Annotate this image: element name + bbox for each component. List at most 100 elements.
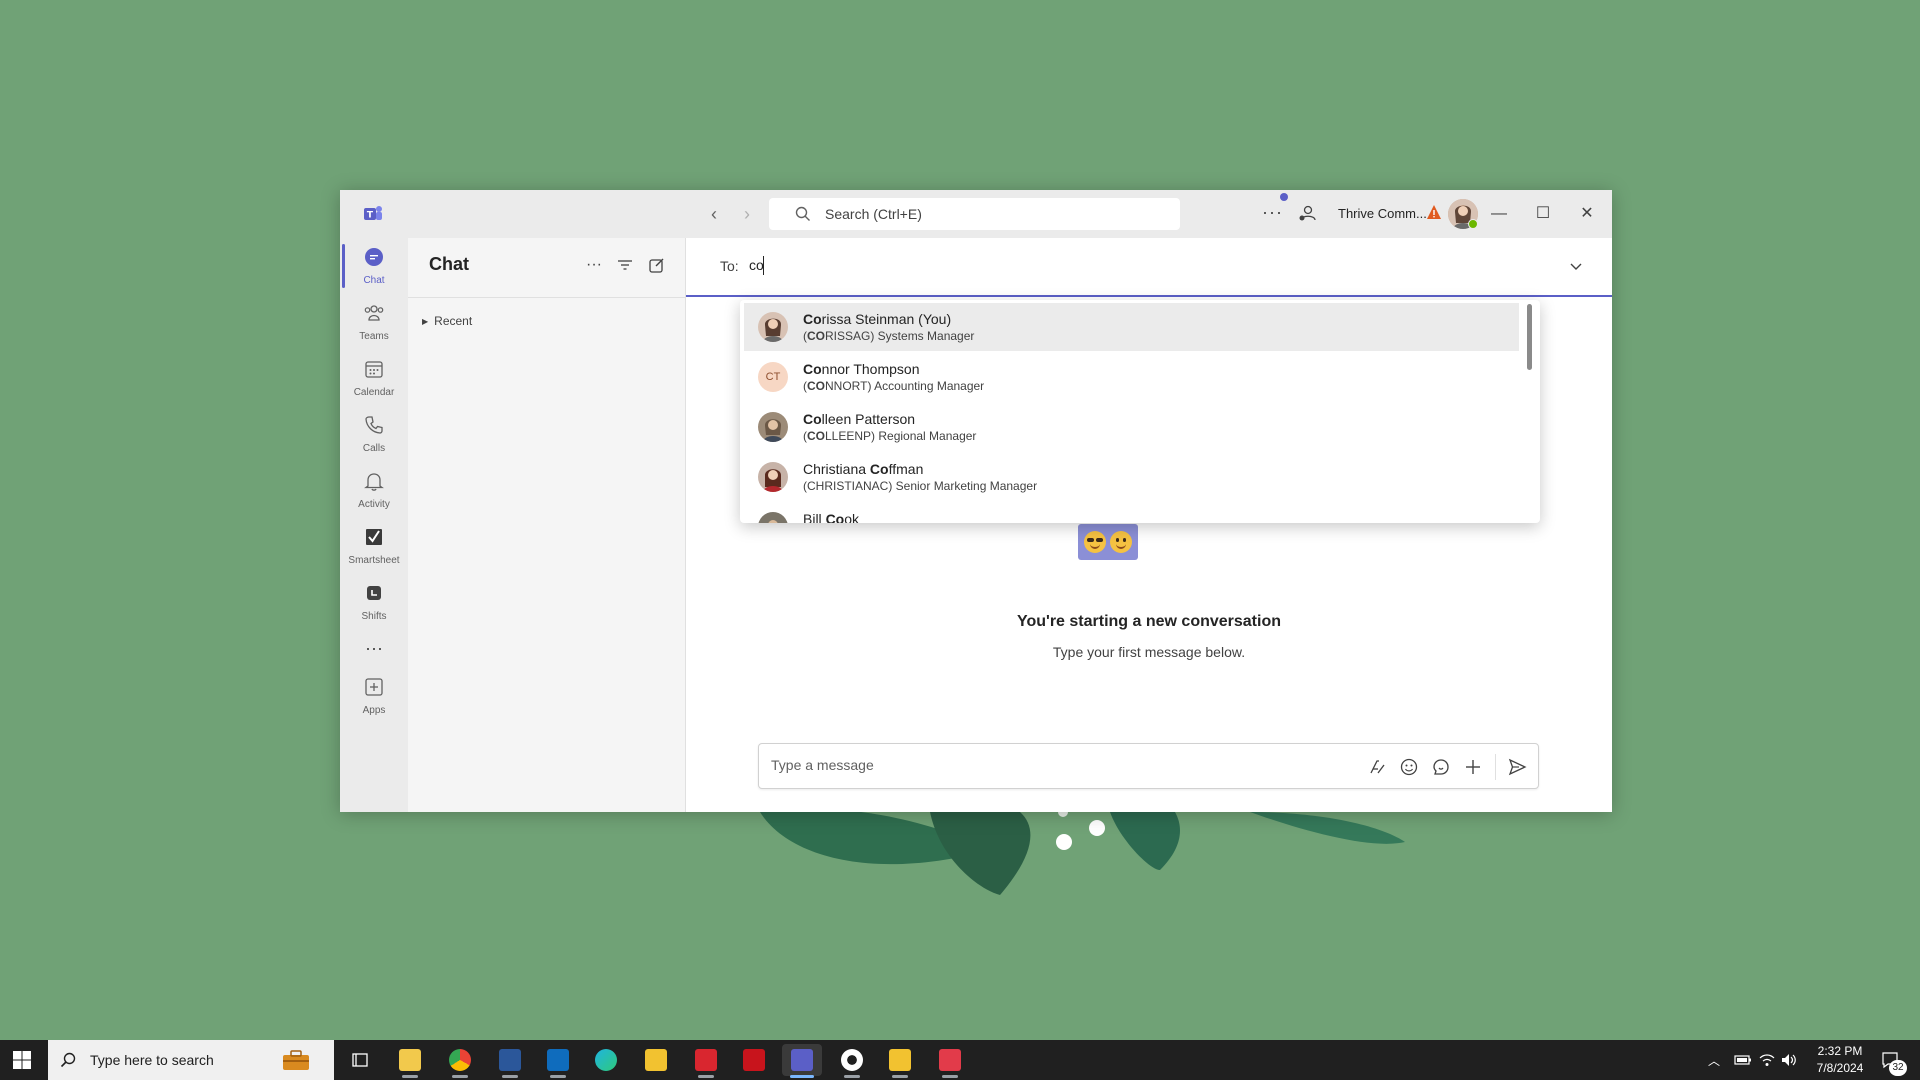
warning-icon [1427,205,1441,219]
more-options-icon[interactable]: ··· [1262,202,1283,223]
teams-icon [364,305,384,321]
app-rail: Chat Teams Calendar Calls Activity Smart… [340,238,408,812]
rail-item-shifts[interactable]: Shifts [340,574,408,628]
teams-taskbar-icon[interactable] [782,1044,822,1078]
add-attachment-icon[interactable] [1463,757,1483,777]
battery-icon[interactable] [1734,1053,1752,1067]
new-conversation-illustration [1078,524,1138,560]
format-icon[interactable] [1367,757,1387,777]
app-red-icon[interactable] [930,1044,970,1078]
rail-item-activity[interactable]: Activity [340,462,408,516]
search-input[interactable] [825,206,1155,222]
rail-label: Teams [359,331,389,342]
send-icon[interactable] [1507,757,1527,777]
avatar-initials: CT [758,362,788,392]
avatar [758,312,788,342]
app-yellow-icon[interactable] [636,1044,676,1076]
avatar [758,412,788,442]
rail-label: Calls [362,443,386,454]
suggestion-name: Colleen Patterson [803,411,916,427]
chat-more-options-icon[interactable]: ··· [586,256,604,274]
taskbar-search[interactable]: Type here to search [48,1040,334,1080]
file-explorer-icon[interactable] [390,1044,430,1078]
recent-section-toggle[interactable]: ▶ Recent [422,314,472,328]
avatar [758,512,788,523]
network-icon[interactable] [1758,1052,1776,1068]
calendar-icon [365,361,383,378]
chat-list-pane: Chat ··· ▶ Recent [408,238,686,812]
to-label: To: [720,258,739,274]
rail-label: Apps [362,705,386,716]
taskbar-clock[interactable]: 2:32 PM 7/8/2024 [1800,1043,1880,1077]
windows-start-icon[interactable] [12,1050,32,1070]
clock-time: 2:32 PM [1817,1044,1863,1058]
more-apps-icon[interactable]: ··· [340,630,408,666]
suggestion-detail: (CORISSAG) Systems Manager [803,329,975,343]
acrobat-icon[interactable] [734,1044,774,1076]
forward-arrow-icon[interactable]: › [737,204,757,224]
settings-icon[interactable] [832,1044,872,1078]
rail-label: Activity [358,499,390,510]
conversation-title: You're starting a new conversation [1016,613,1281,630]
sticker-icon[interactable] [1431,757,1451,777]
word-icon[interactable] [490,1044,530,1078]
suggestion-name: Bill Cook [803,511,860,523]
search-icon [795,206,810,221]
close-icon[interactable]: ✕ [1575,202,1599,226]
divider [408,297,686,298]
clock-date: 7/8/2024 [1816,1061,1864,1075]
rail-item-apps[interactable]: Apps [340,668,408,722]
minimize-icon[interactable]: — [1487,202,1511,226]
chrome-icon[interactable] [440,1044,480,1078]
suggestion-item[interactable]: Corissa Steinman (You) (CORISSAG) System… [744,303,1519,351]
taskbar-search-text: Type here to search [90,1052,214,1068]
recent-label: Recent [434,314,473,328]
to-recipient-row: To: co [686,238,1612,297]
smartsheet-icon [366,529,382,545]
suggestion-detail: (COLLEENP) Regional Manager [803,429,977,443]
suggestion-item[interactable]: Colleen Patterson (COLLEENP) Regional Ma… [744,403,1519,451]
recipient-input[interactable]: co [749,257,1549,273]
new-chat-icon[interactable] [648,256,666,274]
org-name[interactable]: Thrive Comm... [1338,206,1427,221]
title-bar: T ‹ › ··· Thrive Comm... — ☐ ✕ [340,190,1612,238]
briefcase-icon [283,1050,309,1070]
rail-item-smartsheet[interactable]: Smartsheet [340,518,408,572]
rail-item-calendar[interactable]: Calendar [340,350,408,404]
svg-text:T: T [367,211,374,221]
add-apps-icon [365,678,383,696]
notification-count-badge: 32 [1889,1060,1907,1076]
suggestion-detail: (CONNORT) Accounting Manager [803,379,985,393]
back-arrow-icon[interactable]: ‹ [704,204,724,224]
dropdown-scrollbar[interactable] [1527,304,1532,370]
rail-item-teams[interactable]: Teams [340,294,408,348]
rail-item-chat[interactable]: Chat [340,238,408,292]
chat-pane-title: Chat [429,254,469,274]
suggestion-item[interactable]: Bill Cook [744,503,1519,523]
app-yellow-2-icon[interactable] [880,1044,920,1078]
rail-label: Shifts [361,611,387,622]
chevron-down-icon[interactable] [1568,258,1584,274]
phone-icon [365,416,383,434]
pdf-app-icon[interactable] [686,1044,726,1078]
cool-emoji-icon [1084,531,1106,553]
status-available-badge [1468,219,1478,229]
maximize-icon[interactable]: ☐ [1531,202,1555,226]
task-view-icon[interactable] [340,1044,380,1076]
compose-box[interactable] [758,743,1539,789]
outlook-icon[interactable] [538,1044,578,1078]
people-icon[interactable] [1298,203,1318,223]
volume-icon[interactable] [1780,1052,1798,1068]
suggestion-item[interactable]: Christiana Coffman (CHRISTIANAC) Senior … [744,453,1519,501]
suggestion-detail: (CHRISTIANAC) Senior Marketing Manager [803,479,1038,493]
emoji-icon[interactable] [1399,757,1419,777]
message-input[interactable] [771,757,1331,773]
show-hidden-icons[interactable]: ︿ [1708,1052,1720,1080]
edge-icon[interactable] [586,1044,626,1076]
filter-icon[interactable] [616,256,634,274]
avatar [758,462,788,492]
suggestion-item[interactable]: CT Connor Thompson (CONNORT) Accounting … [744,353,1519,401]
rail-item-calls[interactable]: Calls [340,406,408,460]
conversation-subtitle: Type your first message below. [1052,644,1246,660]
search-box[interactable] [769,198,1180,230]
